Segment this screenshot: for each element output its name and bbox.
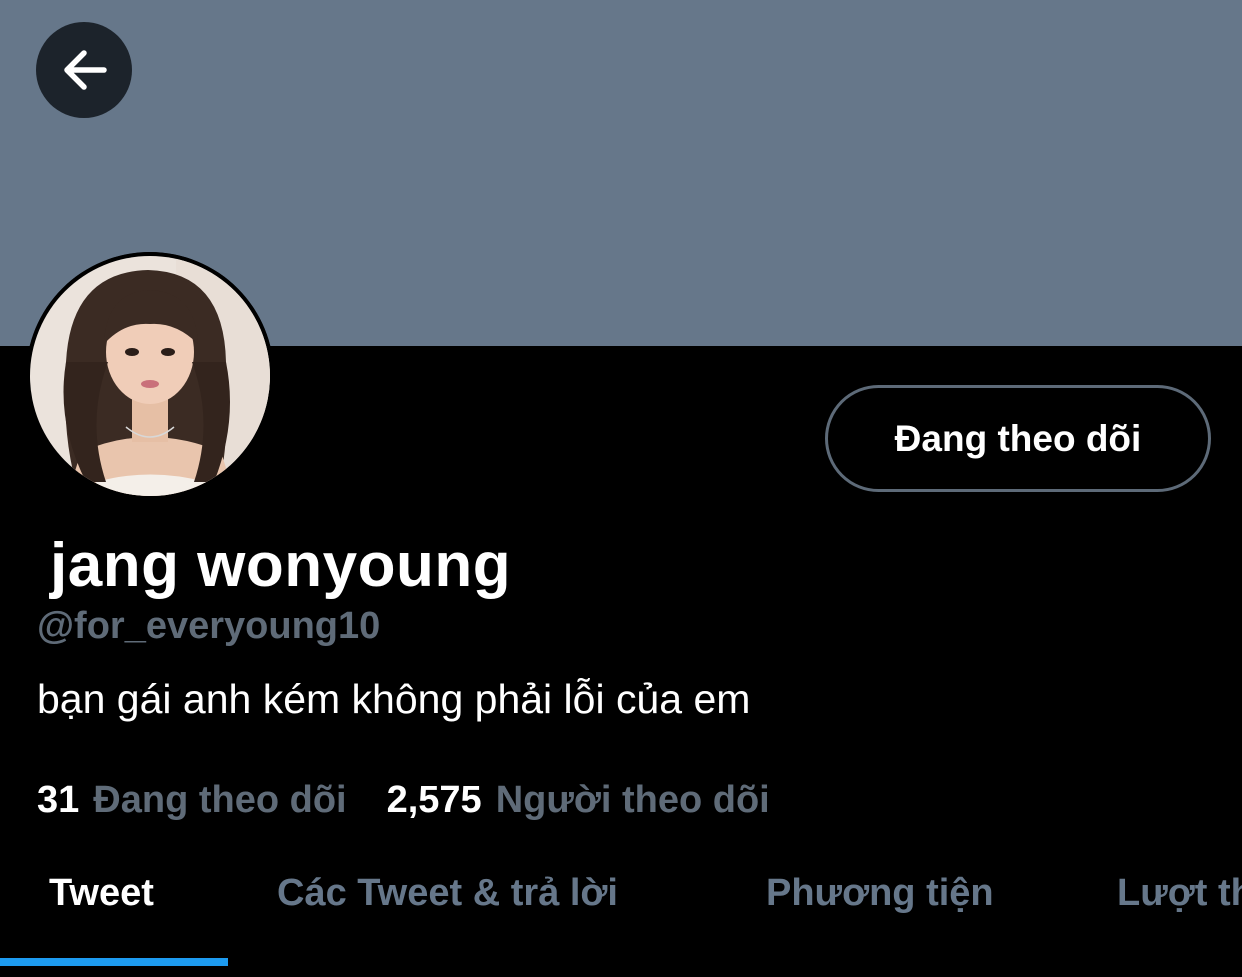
following-stat[interactable]: 31 Đang theo dõi bbox=[37, 779, 347, 822]
profile-handle: @for_everyoung10 bbox=[37, 605, 381, 647]
tab-media[interactable]: Phương tiện bbox=[766, 872, 994, 915]
followers-count: 2,575 bbox=[386, 779, 482, 821]
arrow-left-icon bbox=[64, 50, 107, 90]
display-name: jang wonyoung bbox=[50, 531, 512, 600]
followers-label: Người theo dõi bbox=[495, 779, 770, 821]
avatar[interactable] bbox=[26, 252, 274, 500]
following-count: 31 bbox=[37, 779, 80, 821]
avatar-photo bbox=[26, 252, 274, 500]
active-tab-indicator bbox=[0, 958, 228, 966]
profile-tabs: Tweet Các Tweet & trả lời Phương tiện Lư… bbox=[0, 850, 1242, 977]
back-button[interactable] bbox=[36, 22, 132, 118]
following-label: Đang theo dõi bbox=[93, 779, 347, 821]
tab-tweets-and-replies[interactable]: Các Tweet & trả lời bbox=[277, 872, 618, 915]
following-button[interactable]: Đang theo dõi bbox=[825, 385, 1211, 492]
followers-stat[interactable]: 2,575 Người theo dõi bbox=[387, 779, 770, 822]
profile-bio: bạn gái anh kém không phải lỗi của em bbox=[37, 676, 751, 722]
tab-tweets[interactable]: Tweet bbox=[49, 872, 154, 915]
profile-stats: 31 Đang theo dõi 2,575 Người theo dõi bbox=[37, 779, 770, 822]
tab-likes[interactable]: Lượt thích bbox=[1117, 872, 1242, 915]
following-button-label: Đang theo dõi bbox=[894, 417, 1142, 459]
